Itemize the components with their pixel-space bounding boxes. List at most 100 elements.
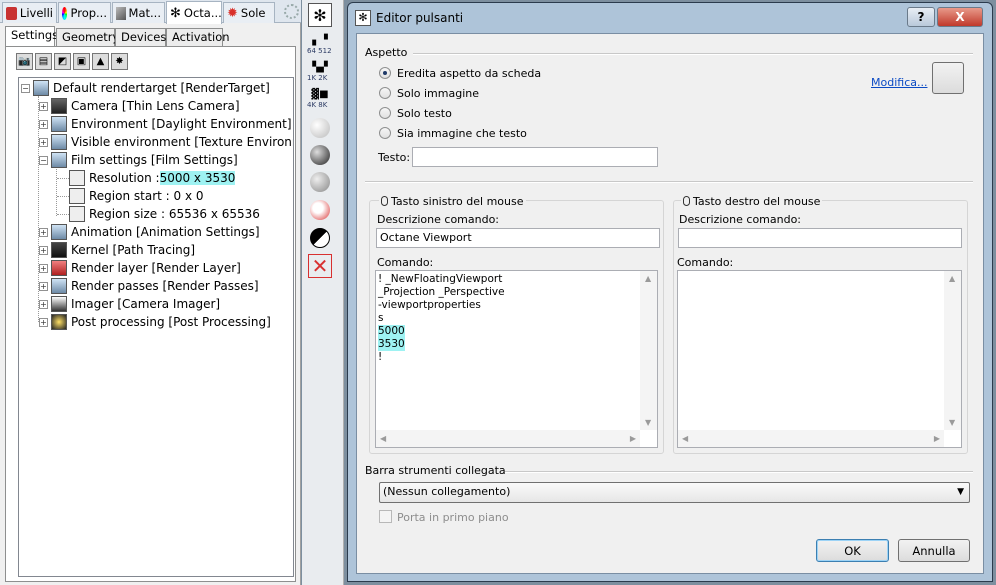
help-button[interactable]: ? xyxy=(907,7,935,27)
tree-item-kernel[interactable]: Kernel [Path Tracing] xyxy=(51,241,195,259)
right-desc-field[interactable] xyxy=(678,228,962,248)
bring-to-front-checkbox[interactable] xyxy=(379,510,392,523)
radio-inherit-appearance[interactable] xyxy=(379,67,391,79)
expand-icon[interactable]: + xyxy=(39,300,48,309)
tab-settings[interactable]: Settings xyxy=(5,26,58,47)
scroll-left-icon[interactable]: ◀ xyxy=(682,434,688,443)
collapse-root-icon[interactable]: − xyxy=(21,84,30,93)
postprocess-button-icon[interactable]: ✸ xyxy=(111,53,128,70)
tree-root[interactable]: Default rendertarget [RenderTarget] xyxy=(33,79,270,97)
expand-icon[interactable]: + xyxy=(39,246,48,255)
tree-item-region-start[interactable]: Region start : 0 x 0 xyxy=(69,187,204,205)
gear-icon[interactable] xyxy=(284,4,299,19)
radio-image-only[interactable] xyxy=(379,87,391,99)
right-mouse-title: Tasto destro del mouse xyxy=(681,195,823,208)
tab-materials[interactable]: Mat... xyxy=(112,2,165,23)
command-line-highlight: 3530 xyxy=(378,338,405,351)
expand-icon[interactable]: + xyxy=(39,282,48,291)
tree-item-label: Film settings [Film Settings] xyxy=(71,153,238,167)
left-command-textarea[interactable]: ! _NewFloatingViewport _Projection _Pers… xyxy=(375,270,658,448)
right-vertical-scrollbar[interactable]: ▲ ▼ xyxy=(944,271,961,430)
expand-icon[interactable]: + xyxy=(39,264,48,273)
tree-guide xyxy=(57,178,69,179)
ok-button[interactable]: OK xyxy=(816,539,889,562)
imager-button-icon[interactable]: ▲ xyxy=(92,53,109,70)
kernel-button-icon[interactable]: ◩ xyxy=(54,53,71,70)
right-command-textarea[interactable]: ▲ ▼ ◀ ▶ xyxy=(677,270,962,448)
tab-activation[interactable]: Activation xyxy=(166,28,230,46)
tree-item-camera[interactable]: Camera [Thin Lens Camera] xyxy=(51,97,240,115)
tree-item-animation[interactable]: Animation [Animation Settings] xyxy=(51,223,260,241)
octane-logo-button[interactable]: ✻ xyxy=(308,3,332,27)
cancel-button[interactable]: Annulla xyxy=(898,539,970,562)
environment-button-icon[interactable]: ▤ xyxy=(35,53,52,70)
panel-tabs-bar: Livelli Prop... Mat... ✻ Octa... ✹ Sole xyxy=(0,0,301,24)
expand-icon[interactable]: + xyxy=(39,138,48,147)
expand-icon[interactable]: + xyxy=(39,120,48,129)
tree-item-imager[interactable]: Imager [Camera Imager] xyxy=(51,295,220,313)
collapse-icon[interactable]: − xyxy=(39,156,48,165)
right-horizontal-scrollbar[interactable]: ◀ ▶ xyxy=(678,430,944,447)
radio-text-only[interactable] xyxy=(379,107,391,119)
tree-item-label: Region start : 0 x 0 xyxy=(89,189,204,203)
expand-icon[interactable]: + xyxy=(39,228,48,237)
render-layer-icon xyxy=(51,260,67,276)
tree-item-label: Camera [Thin Lens Camera] xyxy=(71,99,240,113)
stop-icon[interactable]: ✕ xyxy=(308,254,332,278)
tab-sun[interactable]: ✹ Sole xyxy=(223,2,275,23)
settings-icon-bar: 📷 ▤ ◩ ▣ ▲ ✸ xyxy=(16,53,128,70)
text-field[interactable] xyxy=(412,147,658,167)
close-button[interactable]: X xyxy=(937,7,983,27)
left-horizontal-scrollbar[interactable]: ◀ ▶ xyxy=(376,430,640,447)
linked-toolbar-dropdown[interactable]: (Nessun collegamento) ▼ xyxy=(379,482,970,503)
tree-item-film-settings[interactable]: Film settings [Film Settings] xyxy=(51,151,238,169)
scroll-down-icon[interactable]: ▼ xyxy=(949,418,955,427)
tree-item-region-size[interactable]: Region size : 65536 x 65536 xyxy=(69,205,260,223)
scroll-right-icon[interactable]: ▶ xyxy=(630,434,636,443)
tree-item-environment[interactable]: Environment [Daylight Environment] xyxy=(51,115,292,133)
scroll-up-icon[interactable]: ▲ xyxy=(645,274,651,283)
tree-item-visible-environment[interactable]: Visible environment [Texture Environm xyxy=(51,133,294,151)
properties-icon xyxy=(62,6,68,20)
sphere-icon[interactable] xyxy=(308,116,332,140)
radio-image-and-text[interactable] xyxy=(379,127,391,139)
left-cmd-label: Comando: xyxy=(377,256,434,269)
expand-icon[interactable]: + xyxy=(39,318,48,327)
expand-icon[interactable]: + xyxy=(39,102,48,111)
post-processing-icon xyxy=(51,314,67,330)
mouse-icon xyxy=(683,196,690,206)
tree-item-label: Visible environment [Texture Environm xyxy=(71,135,294,149)
tab-geometry[interactable]: Geometry xyxy=(56,28,119,46)
button-image-preview[interactable] xyxy=(932,62,964,94)
modify-link[interactable]: Modifica... xyxy=(871,76,927,89)
resolution-labels-2: 1K 2K xyxy=(307,74,328,82)
layer-button-icon[interactable]: ▣ xyxy=(73,53,90,70)
tree-item-label: Imager [Camera Imager] xyxy=(71,297,221,311)
tab-octane[interactable]: ✻ Octa... xyxy=(166,1,222,24)
tree-root-label: Default rendertarget [RenderTarget] xyxy=(53,81,270,95)
tree-item-label: Kernel [Path Tracing] xyxy=(71,243,196,257)
scroll-down-icon[interactable]: ▼ xyxy=(645,418,651,427)
tree-item-resolution[interactable]: Resolution : 5000 x 3530 xyxy=(69,169,236,187)
tab-devices[interactable]: Devices xyxy=(115,28,166,46)
octane-toolbar: ✻ ▖▝ 64 512 ▚▞ 1K 2K ▓■ 4K 8K ✕ xyxy=(302,0,344,585)
scroll-up-icon[interactable]: ▲ xyxy=(949,274,955,283)
left-desc-field[interactable]: Octane Viewport xyxy=(376,228,660,248)
tab-properties[interactable]: Prop... xyxy=(58,2,111,23)
contrast-icon[interactable] xyxy=(308,226,332,250)
left-vertical-scrollbar[interactable]: ▲ ▼ xyxy=(640,271,657,430)
environment-icon xyxy=(51,116,67,132)
tab-layers[interactable]: Livelli xyxy=(2,2,57,23)
tree-item-render-passes[interactable]: Render passes [Render Passes] xyxy=(51,277,259,295)
tab-layers-label: Livelli xyxy=(19,6,53,20)
sphere-settings-icon[interactable] xyxy=(308,170,332,194)
tree-item-post-processing[interactable]: Post processing [Post Processing] xyxy=(51,313,271,331)
resolution-labels-1: 64 512 xyxy=(307,47,332,55)
render-sphere-icon[interactable] xyxy=(308,143,332,167)
tree-item-render-layer[interactable]: Render layer [Render Layer] xyxy=(51,259,241,277)
camera-button-icon[interactable]: 📷 xyxy=(16,53,33,70)
command-line: s xyxy=(378,312,384,324)
red-sphere-icon[interactable] xyxy=(308,198,332,222)
scroll-left-icon[interactable]: ◀ xyxy=(380,434,386,443)
scroll-right-icon[interactable]: ▶ xyxy=(934,434,940,443)
